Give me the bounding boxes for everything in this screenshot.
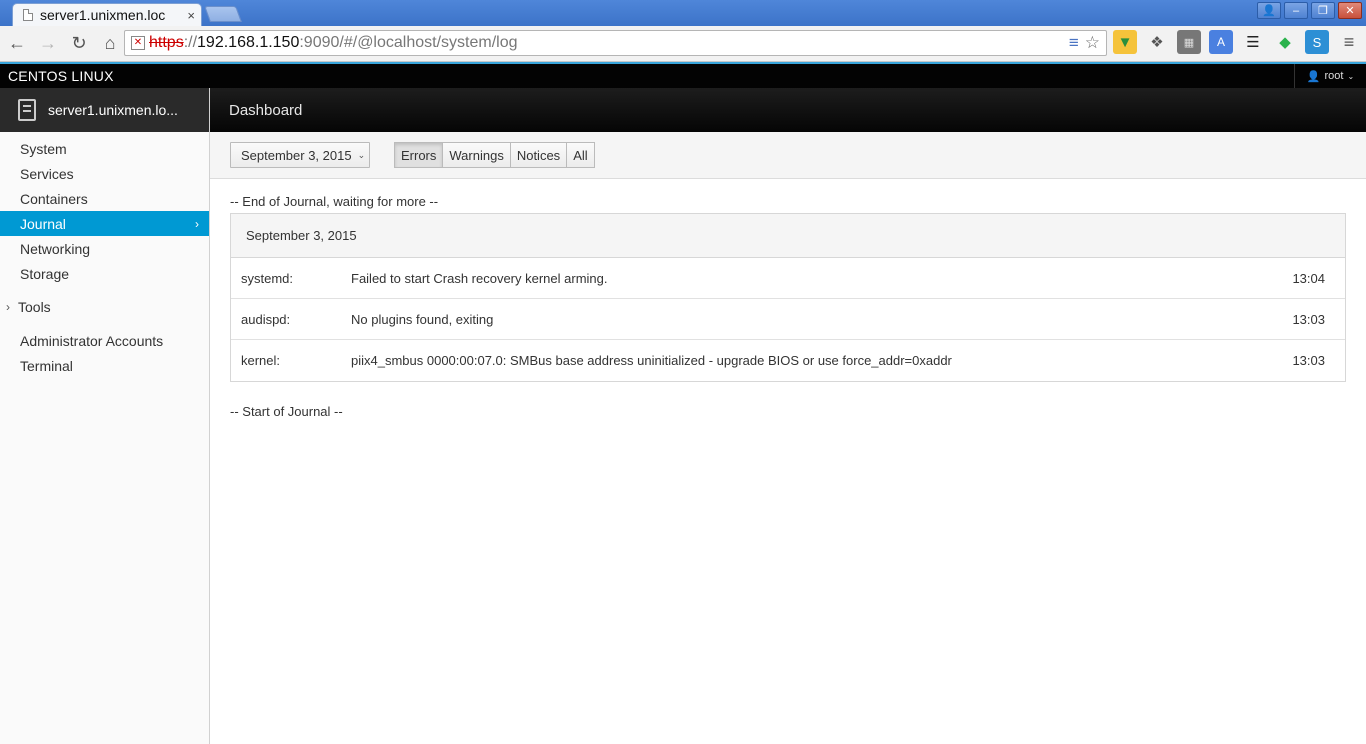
- feedly-extension-icon[interactable]: ◆: [1273, 30, 1297, 54]
- sidebar-item-label: Administrator Accounts: [20, 332, 164, 349]
- chevron-right-icon: ›: [6, 299, 10, 314]
- layers-extension-icon[interactable]: ☰: [1241, 30, 1265, 54]
- user-icon: 👤: [1306, 70, 1321, 83]
- keyboard-extension-icon[interactable]: ▦: [1177, 30, 1201, 54]
- page-icon: [23, 9, 33, 21]
- all-button[interactable]: All: [567, 142, 595, 168]
- sidebar-item-label: Networking: [20, 240, 91, 257]
- reload-icon[interactable]: ↻: [65, 30, 93, 58]
- extensions-bar: ▼ ❖ ▦ A ☰ ◆ S ≡: [1113, 30, 1361, 54]
- journal-entry[interactable]: kernel: piix4_smbus 0000:00:07.0: SMBus …: [231, 340, 1345, 381]
- page-action-icon[interactable]: ≡: [1069, 33, 1079, 53]
- journal-day-header: September 3, 2015: [231, 214, 1345, 258]
- sidebar-item-tools[interactable]: › Tools: [0, 294, 209, 319]
- sidebar-item-label: Terminal: [20, 357, 73, 374]
- sidebar-item-storage[interactable]: Storage: [0, 261, 209, 286]
- sidebar-nav: System Services Containers Journal › Netw…: [0, 132, 209, 378]
- sidebar-item-label: Containers: [20, 190, 88, 207]
- date-dropdown-label: September 3, 2015: [241, 147, 352, 163]
- date-dropdown[interactable]: September 3, 2015 ⌄: [230, 142, 370, 168]
- address-bar[interactable]: ✕ https :// 192.168.1.150 :9090/#/@local…: [124, 30, 1107, 56]
- page-header: Dashboard: [210, 88, 1366, 132]
- entry-time: 13:03: [1292, 311, 1325, 327]
- user-icon[interactable]: 👤: [1257, 2, 1281, 19]
- host-name: server1.unixmen.lo...: [48, 102, 178, 118]
- sidebar-item-label: Services: [20, 165, 74, 182]
- entry-identifier: kernel:: [241, 353, 281, 368]
- browser-toolbar: ← → ↻ ⌂ ✕ https :// 192.168.1.150 :9090/…: [0, 26, 1366, 62]
- journal-entry[interactable]: audispd: No plugins found, exiting 13:03: [231, 299, 1345, 340]
- url-path: :9090/#/@localhost/system/log: [299, 34, 518, 51]
- entry-time: 13:03: [1292, 353, 1325, 368]
- warnings-button[interactable]: Warnings: [443, 142, 511, 168]
- sidebar-item-label: System: [20, 140, 67, 157]
- home-icon[interactable]: ⌂: [96, 30, 124, 58]
- entry-time: 13:04: [1292, 270, 1325, 286]
- entry-message: piix4_smbus 0000:00:07.0: SMBus base add…: [351, 353, 952, 368]
- sidebar-item-label: Storage: [20, 265, 70, 282]
- entry-message: Failed to start Crash recovery kernel ar…: [351, 270, 608, 286]
- translate-extension-icon[interactable]: A: [1209, 30, 1233, 54]
- sidebar-item-containers[interactable]: Containers: [0, 186, 209, 211]
- journal-end-note: -- End of Journal, waiting for more --: [230, 194, 439, 209]
- minimize-button[interactable]: –: [1284, 2, 1308, 19]
- chevron-right-icon: ›: [195, 216, 199, 231]
- app-topbar: CENTOS LINUX 👤 root ⌄: [0, 62, 1366, 88]
- sidebar: server1.unixmen.lo... System Services Co…: [0, 88, 210, 744]
- forward-icon[interactable]: →: [34, 30, 62, 58]
- sidebar-item-terminal[interactable]: Terminal: [0, 353, 209, 378]
- journal-entry[interactable]: systemd: Failed to start Crash recovery …: [231, 258, 1345, 299]
- url-separator: ://: [183, 34, 198, 51]
- close-tab-icon[interactable]: ×: [187, 8, 195, 23]
- errors-button[interactable]: Errors: [394, 142, 444, 168]
- menu-icon[interactable]: ≡: [1337, 30, 1361, 54]
- user-name: root: [1324, 70, 1344, 82]
- priority-button-group: Errors Warnings Notices All: [394, 142, 595, 168]
- journal-area: -- End of Journal, waiting for more -- S…: [230, 192, 1346, 419]
- page-title[interactable]: Dashboard: [229, 102, 302, 119]
- notices-button[interactable]: Notices: [510, 142, 568, 168]
- browser-tab[interactable]: server1.unixmen.loc ×: [12, 3, 202, 26]
- drive-extension-icon[interactable]: ▼: [1113, 30, 1137, 54]
- new-tab-button[interactable]: [204, 6, 242, 22]
- sidebar-item-journal[interactable]: Journal ›: [0, 211, 209, 236]
- url-protocol: https: [149, 34, 184, 51]
- chevron-down-icon: ⌄: [1347, 71, 1355, 81]
- insecure-lock-icon[interactable]: ✕: [131, 36, 145, 50]
- url-host: 192.168.1.150: [197, 34, 300, 51]
- journal-start-note: -- Start of Journal --: [230, 404, 343, 419]
- user-menu[interactable]: 👤 root ⌄: [1294, 64, 1366, 88]
- s-extension-icon[interactable]: S: [1305, 30, 1329, 54]
- server-icon: [18, 99, 36, 121]
- sidebar-item-services[interactable]: Services: [0, 161, 209, 186]
- sidebar-item-administrator-accounts[interactable]: Administrator Accounts: [0, 328, 209, 353]
- back-icon[interactable]: ←: [3, 30, 31, 58]
- entry-identifier: systemd:: [241, 270, 294, 286]
- bookmark-star-icon[interactable]: ☆: [1085, 33, 1100, 53]
- window-controls: 👤 – ❐ ✕: [1257, 2, 1362, 19]
- sidebar-item-networking[interactable]: Networking: [0, 236, 209, 261]
- maximize-button[interactable]: ❐: [1311, 2, 1335, 19]
- sidebar-item-system[interactable]: System: [0, 136, 209, 161]
- tools-extension-icon[interactable]: ❖: [1145, 30, 1169, 54]
- sidebar-item-label: Tools: [18, 298, 51, 315]
- chevron-down-icon: ⌄: [357, 149, 366, 160]
- journal-day-box: September 3, 2015 systemd: Failed to sta…: [230, 213, 1346, 382]
- browser-titlebar: server1.unixmen.loc × 👤 – ❐ ✕: [0, 0, 1366, 26]
- entry-message: No plugins found, exiting: [351, 311, 494, 327]
- host-switcher[interactable]: server1.unixmen.lo...: [0, 88, 209, 132]
- journal-filter-bar: September 3, 2015 ⌄ Errors Warnings Noti…: [210, 132, 1366, 179]
- entry-identifier: audispd:: [241, 311, 291, 327]
- tab-title: server1.unixmen.loc: [40, 7, 166, 23]
- brand-title: CENTOS LINUX: [8, 68, 114, 84]
- sidebar-item-label: Journal: [20, 215, 66, 232]
- close-window-button[interactable]: ✕: [1338, 2, 1362, 19]
